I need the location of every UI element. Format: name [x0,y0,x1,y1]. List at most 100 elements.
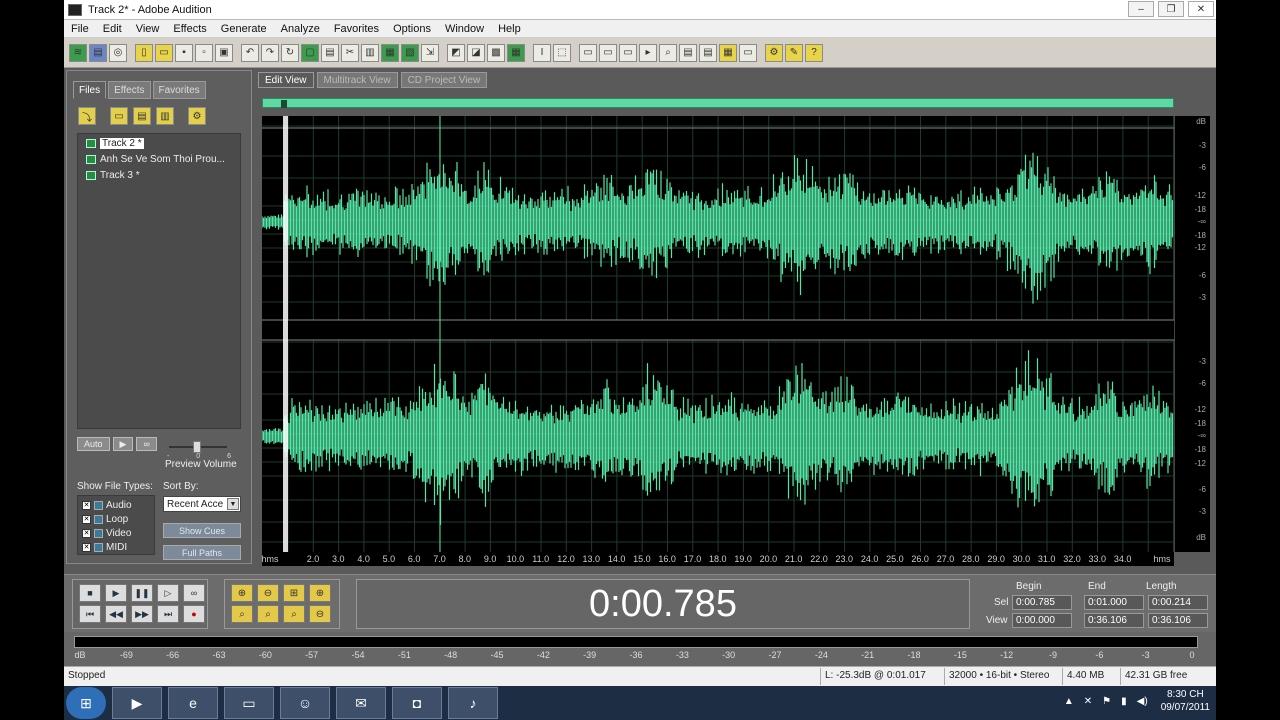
sel-begin-field[interactable]: 0:00.785 [1012,595,1072,610]
help-icon[interactable]: ? [805,43,823,62]
panel-toggle-9-icon[interactable]: ▭ [739,43,757,62]
file-item[interactable]: Track 3 * [78,168,240,182]
chevron-down-icon[interactable]: ▼ [227,498,239,510]
edit-view-icon[interactable]: ≋ [69,43,87,62]
file-type-audio[interactable]: ✕ Audio [82,498,150,512]
open-icon[interactable]: ▭ [110,107,128,125]
trim-icon[interactable]: ⇲ [421,43,439,62]
panel-toggle-8-icon[interactable]: ▦ [719,43,737,62]
auto-play-button[interactable]: Auto [77,437,110,451]
menu-edit[interactable]: Edit [96,23,129,35]
panel-toggle-5-icon[interactable]: ⌕ [659,43,677,62]
menu-analyze[interactable]: Analyze [274,23,327,35]
copy-icon[interactable]: ▢ [301,43,319,62]
spectral-view-icon[interactable]: ◩ [447,43,465,62]
menu-window[interactable]: Window [438,23,491,35]
checkbox[interactable]: ✕ [82,528,91,538]
internet-explorer-icon[interactable]: e [168,687,218,719]
view-length-field[interactable]: 0:36.106 [1148,613,1208,628]
play-icon[interactable]: ▶ [105,584,127,602]
maximize-button[interactable]: ❐ [1158,1,1184,17]
cut-icon[interactable]: ✂ [341,43,359,62]
preview-loop-icon[interactable]: ∞ [136,437,157,451]
panel-toggle-3-icon[interactable]: ▭ [619,43,637,62]
playhead-marker[interactable] [281,100,287,108]
sel-end-field[interactable]: 0:01.000 [1084,595,1144,610]
preview-volume-slider[interactable] [165,441,231,453]
checkbox[interactable]: ✕ [82,514,91,524]
clock[interactable]: 8:30 CH 09/07/2011 [1161,688,1210,714]
go-to-end-icon[interactable]: ⏭ [157,605,179,623]
view-begin-field[interactable]: 0:00.000 [1012,613,1072,628]
file-type-loop[interactable]: ✕ Loop [82,512,150,526]
copy-new-icon[interactable]: ▤ [321,43,339,62]
save-as-icon[interactable]: ▫ [195,43,213,62]
tab-multitrack-view[interactable]: Multitrack View [316,72,398,88]
checkbox[interactable]: ✕ [82,500,91,510]
zoom-in-vertical-icon[interactable]: ⊕ [309,584,331,602]
video-app-icon[interactable]: ◘ [392,687,442,719]
save-all-icon[interactable]: ▣ [215,43,233,62]
undo-icon[interactable]: ↶ [241,43,259,62]
sel-length-field[interactable]: 0:00.214 [1148,595,1208,610]
file-type-midi[interactable]: ✕ MIDI [82,540,150,554]
menu-favorites[interactable]: Favorites [327,23,386,35]
import-file-icon[interactable]: ⤵ [78,107,96,125]
save-icon[interactable]: ▪ [175,43,193,62]
file-item[interactable]: Track 2 * [78,136,240,150]
media-player-icon[interactable]: ▶ [112,687,162,719]
mix-paste-icon[interactable]: ▧ [401,43,419,62]
notes-app-icon[interactable]: ✉ [336,687,386,719]
tab-files[interactable]: Files [73,81,107,99]
snap-icon[interactable]: ▩ [487,43,505,62]
show-cues-button[interactable]: Show Cues [163,523,241,538]
play-to-end-icon[interactable]: ▷ [157,584,179,602]
full-paths-button[interactable]: Full Paths [163,545,241,560]
go-to-start-icon[interactable]: ⏮ [79,605,101,623]
paste-icon[interactable]: ▥ [361,43,379,62]
tab-cd-project-view[interactable]: CD Project View [400,72,488,88]
zoom-left-icon[interactable]: ⌕ [231,605,253,623]
minimize-button[interactable]: – [1128,1,1154,17]
preview-play-icon[interactable]: ▶ [112,437,134,451]
zoom-selection-icon[interactable]: ⌕ [283,605,305,623]
grid-icon[interactable]: ▦ [507,43,525,62]
file-options-icon[interactable]: ⚙ [188,107,206,125]
record-icon[interactable]: ● [183,605,205,623]
multitrack-view-icon[interactable]: ▤ [89,43,107,62]
panel-toggle-6-icon[interactable]: ▤ [679,43,697,62]
yahoo-messenger-icon[interactable]: ☺ [280,687,330,719]
panel-toggle-2-icon[interactable]: ▭ [599,43,617,62]
time-selection-tool-icon[interactable]: I [533,43,551,62]
tab-edit-view[interactable]: Edit View [258,72,314,88]
menu-file[interactable]: File [64,23,96,35]
windows-start-icon[interactable]: ⊞ [66,687,106,719]
waveform-display[interactable] [261,116,1174,552]
show-hidden-icons-icon[interactable]: ▲ [1064,696,1074,707]
menu-options[interactable]: Options [386,23,438,35]
stop-icon[interactable]: ■ [79,584,101,602]
marquee-tool-icon[interactable]: ⬚ [553,43,571,62]
tab-effects[interactable]: Effects [108,81,151,99]
edit-file-icon[interactable]: ▥ [156,107,174,125]
cd-view-icon[interactable]: ◎ [109,43,127,62]
tab-favorites[interactable]: Favorites [152,81,206,99]
settings-icon[interactable]: ⚙ [765,43,783,62]
overview-bar[interactable] [262,98,1174,108]
zoom-full-icon[interactable]: ⊞ [283,584,305,602]
action-center-icon[interactable]: ⚑ [1102,696,1111,707]
audition-taskbar-icon[interactable]: ♪ [448,687,498,719]
loop-icon[interactable]: ∞ [183,584,205,602]
close-file-icon[interactable]: ▤ [133,107,151,125]
open-file-icon[interactable]: ▭ [155,43,173,62]
volume-icon[interactable]: ◀) [1137,696,1148,707]
pause-icon[interactable]: ❚❚ [131,584,153,602]
volume-thumb[interactable] [193,441,201,453]
panel-toggle-4-icon[interactable]: ▸ [639,43,657,62]
menu-generate[interactable]: Generate [214,23,274,35]
paste-new-icon[interactable]: ▦ [381,43,399,62]
tray-app-icon[interactable]: ✕ [1084,696,1092,707]
redo-icon[interactable]: ↷ [261,43,279,62]
view-end-field[interactable]: 0:36.106 [1084,613,1144,628]
zoom-in-horizontal-icon[interactable]: ⊕ [231,584,253,602]
